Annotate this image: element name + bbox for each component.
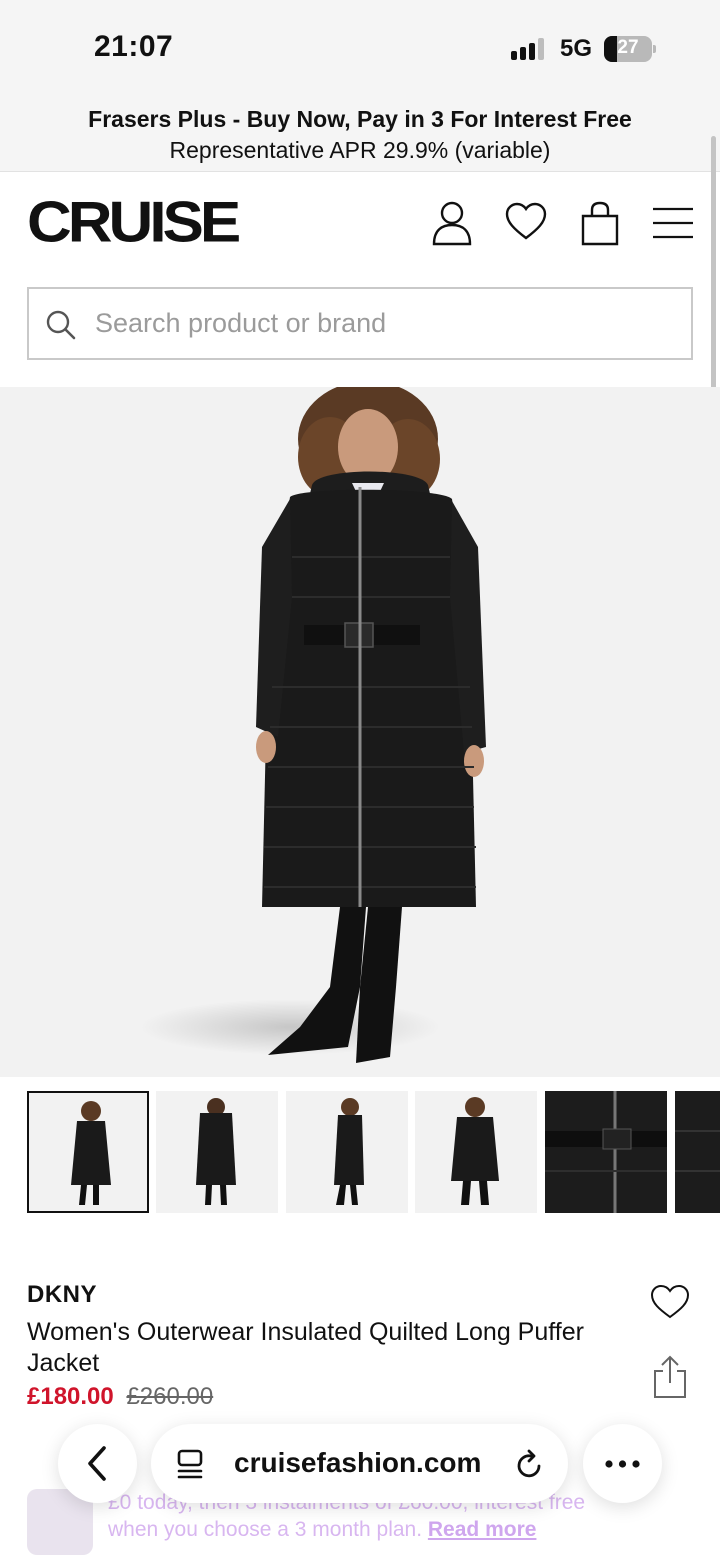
more-options-button[interactable] (583, 1424, 662, 1503)
search-icon (45, 309, 77, 341)
thumbnail-2[interactable] (156, 1091, 278, 1213)
search-input[interactable] (95, 289, 675, 358)
product-title: Women's Outerwear Insulated Quilted Long… (27, 1318, 584, 1377)
status-time: 21:07 (94, 30, 174, 63)
promo-subtitle: Representative APR 29.9% (variable) (169, 137, 551, 163)
price-row: £180.00 £260.00 (27, 1383, 213, 1411)
thumbnail-6[interactable] (675, 1091, 720, 1213)
tabs-icon[interactable] (175, 1448, 205, 1480)
original-price: £260.00 (126, 1383, 214, 1410)
chevron-left-icon (88, 1446, 106, 1481)
thumbnail-3[interactable] (286, 1091, 408, 1213)
site-logo[interactable]: CRUISE (27, 190, 241, 255)
share-button[interactable] (652, 1355, 688, 1399)
payment-note-line2: when you choose a 3 month plan. (108, 1518, 423, 1541)
battery-icon: 27 (604, 36, 656, 62)
thumbnail-4[interactable] (415, 1091, 537, 1213)
search-box[interactable] (27, 287, 693, 360)
product-main-image[interactable] (0, 387, 720, 1077)
product-brand[interactable]: DKNY (27, 1281, 97, 1309)
back-button[interactable] (58, 1424, 137, 1503)
reload-icon[interactable] (515, 1448, 545, 1480)
heart-icon (650, 1284, 690, 1319)
promo-title: Frasers Plus - Buy Now, Pay in 3 For Int… (88, 106, 632, 132)
wishlist-icon[interactable] (504, 200, 548, 246)
bag-icon[interactable] (578, 200, 622, 246)
add-to-wishlist-button[interactable] (650, 1284, 690, 1320)
read-more-link[interactable]: Read more (428, 1518, 537, 1541)
site-header: CRUISE (0, 172, 720, 387)
share-icon (654, 1355, 686, 1398)
network-label: 5G (560, 35, 593, 62)
promo-banner[interactable]: Frasers Plus - Buy Now, Pay in 3 For Int… (0, 96, 720, 172)
ellipsis-icon (605, 1460, 640, 1468)
thumbnail-5[interactable] (545, 1091, 667, 1213)
thumbnail-strip[interactable] (27, 1091, 720, 1215)
url-text: cruisefashion.com (234, 1447, 482, 1478)
status-bar: 21:07 5G 27 (0, 0, 720, 96)
battery-level: 27 (617, 37, 639, 58)
current-price: £180.00 (27, 1383, 114, 1410)
account-icon[interactable] (430, 200, 474, 246)
signal-icon (511, 38, 549, 60)
thumbnail-1[interactable] (27, 1091, 149, 1213)
address-bar[interactable]: cruisefashion.com (151, 1424, 568, 1503)
menu-icon[interactable] (652, 200, 694, 246)
